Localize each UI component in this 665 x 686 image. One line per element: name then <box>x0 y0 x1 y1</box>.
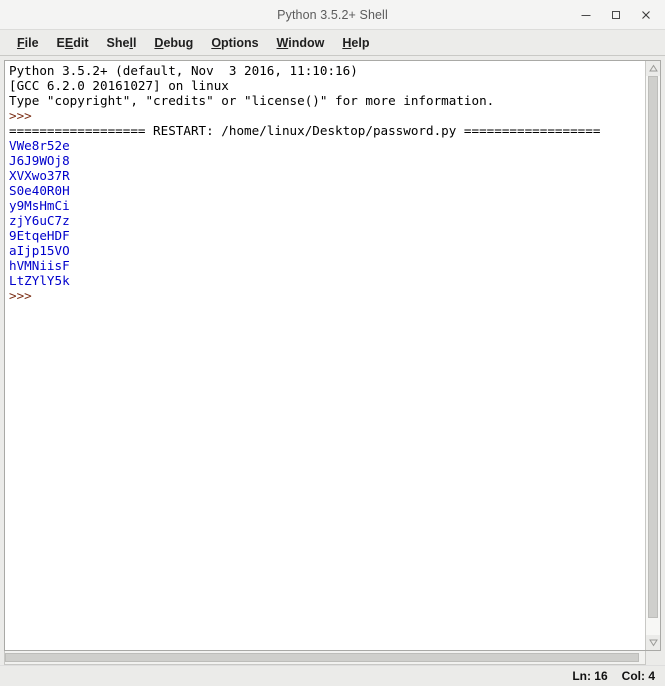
console-line: aIjp15VO <box>9 243 70 258</box>
menu-label-options-accel: O <box>211 35 222 50</box>
console-line: XVXwo37R <box>9 168 70 183</box>
shell-body: Python 3.5.2+ (default, Nov 3 2016, 11:1… <box>0 56 665 665</box>
window-controls <box>571 0 661 29</box>
console-line: LtZYlY5k <box>9 273 70 288</box>
window-title: Python 3.5.2+ Shell <box>277 7 388 22</box>
console-line: ================== RESTART: /home/linux/… <box>9 123 601 138</box>
menu-item-edit[interactable]: EEdit <box>48 34 98 52</box>
title-bar: Python 3.5.2+ Shell <box>0 0 665 30</box>
menu-label-shell: l <box>132 35 137 50</box>
scrollbar-corner <box>646 651 661 665</box>
console-line: Python 3.5.2+ (default, Nov 3 2016, 11:1… <box>9 63 358 78</box>
maximize-icon[interactable] <box>601 0 631 29</box>
status-bar: Ln: 16 Col: 4 <box>0 665 665 686</box>
menu-label-edit: dit <box>73 35 89 50</box>
horizontal-scrollbar-row <box>4 651 661 665</box>
status-column-number: Col: 4 <box>621 669 655 683</box>
menu-label-edit-accel: E <box>64 35 74 50</box>
menu-label-file-accel: F <box>17 35 25 50</box>
console-line: >>> <box>9 288 40 303</box>
menu-label-window: indow <box>288 35 325 50</box>
console-line: S0e40R0H <box>9 183 70 198</box>
menu-bar: File EEdit Shell Debug Options Window He… <box>0 30 665 56</box>
console-line: hVMNiisF <box>9 258 70 273</box>
menu-label-options: ptions <box>221 35 259 50</box>
console-line: J6J9WOj8 <box>9 153 70 168</box>
shell-output-text[interactable]: Python 3.5.2+ (default, Nov 3 2016, 11:1… <box>5 61 645 650</box>
menu-label-help: elp <box>351 35 370 50</box>
menu-label-debug: ebug <box>163 35 194 50</box>
idle-shell-window: Python 3.5.2+ Shell File EEdit Shell Deb… <box>0 0 665 686</box>
menu-item-file[interactable]: File <box>8 34 48 52</box>
horizontal-scrollbar[interactable] <box>4 651 646 665</box>
console-line: zjY6uC7z <box>9 213 70 228</box>
menu-item-shell[interactable]: Shell <box>98 34 146 52</box>
horizontal-scroll-thumb[interactable] <box>5 653 639 662</box>
console-line: >>> <box>9 108 40 123</box>
console-line: Type "copyright", "credits" or "license(… <box>9 93 495 108</box>
close-icon[interactable] <box>631 0 661 29</box>
console-line: 9EtqeHDF <box>9 228 70 243</box>
status-line-number: Ln: 16 <box>572 669 608 683</box>
console-line: y9MsHmCi <box>9 198 70 213</box>
vertical-scrollbar[interactable] <box>645 61 660 650</box>
menu-item-window[interactable]: Window <box>268 34 334 52</box>
scroll-down-arrow-icon[interactable] <box>646 635 660 650</box>
vertical-scroll-track[interactable] <box>646 76 660 635</box>
scroll-up-arrow-icon[interactable] <box>646 61 660 76</box>
menu-item-debug[interactable]: Debug <box>145 34 202 52</box>
menu-item-help[interactable]: Help <box>333 34 378 52</box>
text-row: Python 3.5.2+ (default, Nov 3 2016, 11:1… <box>4 60 661 651</box>
console-line: VWe8r52e <box>9 138 70 153</box>
vertical-scroll-thumb[interactable] <box>648 76 658 619</box>
minimize-icon[interactable] <box>571 0 601 29</box>
menu-label-shell-pre: She <box>106 35 130 50</box>
menu-label-file: ile <box>24 35 39 50</box>
menu-item-options[interactable]: Options <box>202 34 267 52</box>
menu-label-edit-pre: E <box>56 35 65 50</box>
menu-label-window-accel: W <box>276 35 289 50</box>
console-line: [GCC 6.2.0 20161027] on linux <box>9 78 229 93</box>
